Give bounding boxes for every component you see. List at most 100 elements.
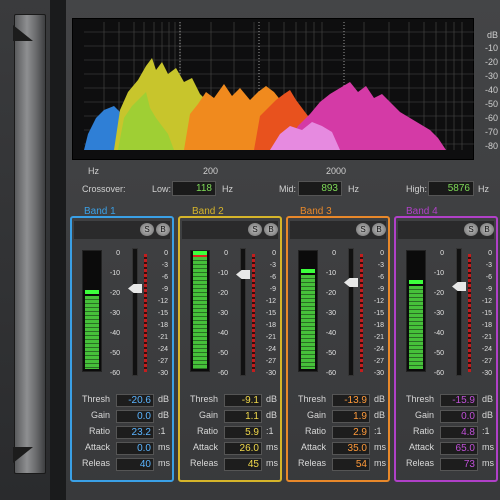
scale-label: -27 (157, 358, 168, 365)
freq-label-2000: 2000 (326, 166, 347, 176)
scale-label: -30 (217, 310, 228, 317)
attack-field[interactable]: 26.0 (224, 442, 262, 455)
attack-field[interactable]: 65.0 (440, 442, 478, 455)
scale-label: -24 (481, 346, 492, 353)
threshold-fader-handle[interactable] (452, 282, 466, 291)
gain-reduction-meter (144, 254, 147, 372)
param-label: Thresh (189, 394, 218, 404)
solo-button[interactable]: S (248, 223, 262, 236)
meter-scale-left: 0 -10 -20 -30 -40 -50 -60 (214, 250, 228, 377)
bypass-button[interactable]: B (372, 223, 386, 236)
scale-label: 0 (332, 250, 336, 257)
threshold-fader-handle[interactable] (128, 284, 142, 293)
scale-label: -24 (265, 346, 276, 353)
param-row-release: Releas 73 ms (400, 458, 496, 472)
scale-label: -50 (325, 350, 336, 357)
bypass-button[interactable]: B (156, 223, 170, 236)
crossover-mid-label: Mid: (279, 184, 297, 194)
scale-label: -30 (325, 310, 336, 317)
scale-label: -6 (377, 274, 384, 281)
param-unit: ms (482, 442, 494, 452)
param-label: Thresh (405, 394, 434, 404)
level-meter (190, 250, 210, 372)
solo-button[interactable]: S (356, 223, 370, 236)
threshold-fader-track[interactable] (348, 248, 354, 376)
threshold-fader-track[interactable] (132, 248, 138, 376)
scale-label: -12 (157, 298, 168, 305)
scale-label: -15 (265, 310, 276, 317)
threshold-fader-track[interactable] (240, 248, 246, 376)
param-row-ratio: Ratio 2.9 :1 (292, 426, 388, 440)
ratio-field[interactable]: 4.8 (440, 426, 478, 439)
scale-label: -20 (433, 290, 444, 297)
ratio-field[interactable]: 5.9 (224, 426, 262, 439)
crossover-low-field[interactable]: 118 (172, 181, 216, 196)
param-label: Attack (84, 442, 110, 452)
gain-field[interactable]: 0.0 (116, 410, 154, 423)
attack-field[interactable]: 35.0 (332, 442, 370, 455)
param-unit: ms (158, 458, 170, 468)
scale-label: -50 (217, 350, 228, 357)
threshold-fader-track[interactable] (456, 248, 462, 376)
thresh-field[interactable]: -15.9 (440, 394, 478, 407)
crossover-high-field[interactable]: 5876 (428, 181, 474, 196)
scale-label: -40 (325, 330, 336, 337)
gain-field[interactable]: 1.9 (332, 410, 370, 423)
attack-field[interactable]: 0.0 (116, 442, 154, 455)
spectrum-analyzer (84, 22, 474, 150)
param-row-attack: Attack 26.0 ms (184, 442, 280, 456)
param-label: Thresh (297, 394, 326, 404)
scale-label: -18 (157, 322, 168, 329)
ratio-field[interactable]: 2.9 (332, 426, 370, 439)
scale-label: 0 (380, 250, 384, 257)
param-row-thresh: Thresh -13.9 dB (292, 394, 388, 408)
release-field[interactable]: 45 (224, 458, 262, 471)
param-unit: ms (158, 442, 170, 452)
param-unit: :1 (158, 426, 166, 436)
scale-label: -21 (157, 334, 168, 341)
release-field[interactable]: 40 (116, 458, 154, 471)
scale-label: -12 (265, 298, 276, 305)
db-label: -80 (484, 141, 498, 151)
ratio-field[interactable]: 23.2 (116, 426, 154, 439)
release-field[interactable]: 54 (332, 458, 370, 471)
threshold-fader-handle[interactable] (344, 278, 358, 287)
gain-field[interactable]: 1.1 (224, 410, 262, 423)
gain-field[interactable]: 0.0 (440, 410, 478, 423)
param-label: Ratio (304, 426, 326, 436)
param-row-ratio: Ratio 23.2 :1 (76, 426, 172, 440)
solo-button[interactable]: S (140, 223, 154, 236)
rack-screw-top (13, 25, 33, 41)
thresh-field[interactable]: -13.9 (332, 394, 370, 407)
param-row-gain: Gain 1.9 dB (292, 410, 388, 424)
scale-label: -12 (481, 298, 492, 305)
gain-reduction-meter (360, 254, 363, 372)
param-label: Releas (297, 458, 326, 468)
db-label: -70 (484, 127, 498, 137)
thresh-field[interactable]: -9.1 (224, 394, 262, 407)
param-row-ratio: Ratio 5.9:1 (184, 426, 280, 440)
thresh-field[interactable]: -20.6 (116, 394, 154, 407)
crossover-mid-field[interactable]: 893 (298, 181, 342, 196)
release-field[interactable]: 73 (440, 458, 478, 471)
scale-label: -20 (109, 290, 120, 297)
param-label: Attack (192, 442, 218, 452)
bypass-button[interactable]: B (480, 223, 494, 236)
peak-indicator (85, 290, 99, 294)
solo-button[interactable]: S (464, 223, 478, 236)
param-label: Gain (414, 410, 434, 420)
param-row-release: Releas 40 ms (76, 458, 172, 472)
scale-label: -30 (265, 370, 276, 377)
param-unit: :1 (374, 426, 382, 436)
db-label: -20 (484, 57, 498, 67)
scale-label: -27 (373, 358, 384, 365)
bypass-button[interactable]: B (264, 223, 278, 236)
scale-label: -30 (373, 370, 384, 377)
scale-label: -40 (433, 330, 444, 337)
meter-scale-left: 0 -10 -20 -30 -40 -50 -60 (106, 250, 120, 377)
threshold-fader-handle[interactable] (236, 270, 250, 279)
param-row-release: Releas 54 ms (292, 458, 388, 472)
scale-label: -9 (485, 286, 492, 293)
param-label: Ratio (88, 426, 110, 436)
scale-label: -6 (269, 274, 276, 281)
